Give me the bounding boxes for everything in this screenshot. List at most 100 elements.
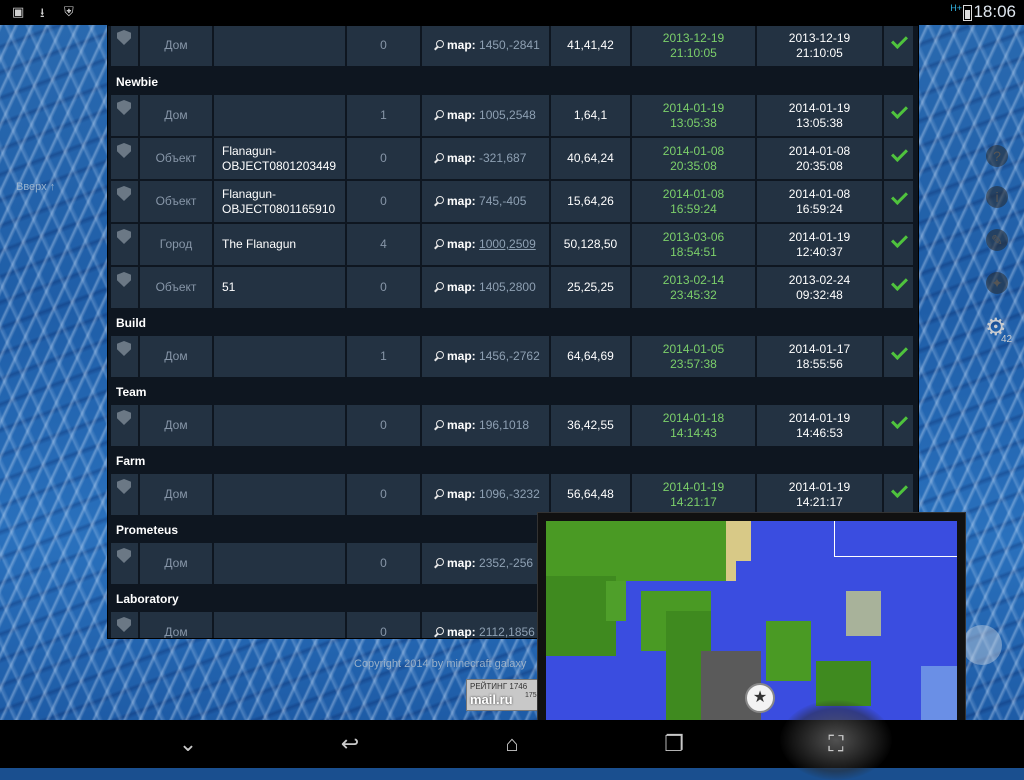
map-link[interactable]: map: 1000,2509: [422, 224, 549, 265]
created-time: 23:57:38: [670, 356, 717, 371]
map-link[interactable]: map: 2352,-256: [422, 543, 549, 584]
region-type: Объект: [140, 138, 212, 179]
shield-icon: [117, 229, 131, 244]
rating-badge[interactable]: РЕЙТИНГ 1746 mail.ru 175: [466, 679, 538, 711]
scroll-up-link[interactable]: Вверх ↑: [16, 181, 55, 193]
map-label: map:: [447, 556, 476, 570]
shield-cell[interactable]: [111, 138, 138, 179]
region-name: Flanagun-OBJECT0801165910: [214, 181, 345, 222]
shield-cell[interactable]: [111, 26, 138, 66]
check-icon: [891, 102, 908, 119]
member-count: 0: [347, 138, 420, 179]
created-day: 2014-01-19: [662, 479, 725, 494]
created-date: 2014-01-08 20:35:08: [632, 138, 755, 179]
map-link[interactable]: map: 745,-405: [422, 181, 549, 222]
updated-day: 2013-12-19: [788, 30, 851, 45]
created-time: 14:21:17: [670, 494, 717, 509]
updated-day: 2014-01-19: [788, 410, 851, 425]
region-type: Дом: [140, 612, 212, 638]
shield-cell[interactable]: [111, 267, 138, 308]
shield-icon: [117, 479, 131, 494]
region-size: 41,41,42: [551, 26, 630, 66]
map-label: map:: [447, 280, 476, 294]
updated-time: 14:46:53: [796, 425, 843, 440]
wrench-icon[interactable]: ✎: [986, 229, 1008, 251]
map-label: map:: [447, 151, 476, 165]
map-link[interactable]: map: 196,1018: [422, 405, 549, 446]
map-coords[interactable]: 745,-405: [479, 194, 526, 208]
member-count: 1: [347, 336, 420, 377]
info-icon[interactable]: i: [986, 186, 1008, 208]
map-link[interactable]: map: 1405,2800: [422, 267, 549, 308]
region-name: Flanagun-OBJECT0801203449: [214, 138, 345, 179]
shield-icon: [117, 617, 131, 632]
region-name-text: Flanagun-OBJECT0801203449: [222, 143, 337, 173]
map-coords[interactable]: 2352,-256: [479, 556, 533, 570]
created-date: 2014-01-19 14:21:17: [632, 474, 755, 515]
shield-cell[interactable]: [111, 612, 138, 638]
back-icon[interactable]: ↩: [330, 720, 370, 768]
map-link[interactable]: map: 1096,-3232: [422, 474, 549, 515]
map-link[interactable]: map: -321,687: [422, 138, 549, 179]
map-coords[interactable]: 1450,-2841: [479, 38, 540, 52]
map-label: map:: [447, 625, 476, 639]
shield-cell[interactable]: [111, 474, 138, 515]
updated-date: 2014-01-19 14:21:17: [757, 474, 882, 515]
map-coords[interactable]: 2112,1856: [479, 625, 535, 638]
floating-action-circle[interactable]: [962, 625, 1002, 665]
tools-icon[interactable]: ✦: [986, 272, 1008, 294]
map-coords[interactable]: 1096,-3232: [479, 487, 540, 501]
shield-cell[interactable]: [111, 336, 138, 377]
shield-cell[interactable]: [111, 543, 138, 584]
status-cell: [884, 336, 913, 377]
help-icon[interactable]: ?: [986, 145, 1008, 167]
map-link[interactable]: map: 2112,1856: [422, 612, 549, 639]
map-view[interactable]: ★: [546, 521, 957, 721]
status-cell: [884, 267, 913, 308]
recents-icon[interactable]: ❐: [654, 720, 694, 768]
updated-date: 2014-01-08 20:35:08: [757, 138, 882, 179]
group-title: Laboratory: [116, 592, 179, 606]
map-coords[interactable]: 196,1018: [479, 418, 529, 432]
group-title: Farm: [116, 454, 146, 468]
hide-keyboard-icon[interactable]: ⌄: [168, 720, 208, 768]
shield-cell[interactable]: [111, 224, 138, 265]
updated-time: 12:40:37: [796, 244, 843, 259]
check-icon: [891, 343, 908, 360]
map-coords[interactable]: 1000,2509: [479, 237, 536, 251]
updated-day: 2014-01-19: [788, 229, 851, 244]
magnifier-icon: [434, 196, 444, 206]
map-label: map:: [447, 38, 476, 52]
map-coords[interactable]: 1405,2800: [479, 280, 536, 294]
map-link[interactable]: map: 1005,2548: [422, 95, 549, 136]
region-size: 25,25,25: [551, 267, 630, 308]
check-icon: [891, 412, 908, 429]
network-type: H+: [950, 3, 962, 13]
status-cell: [884, 26, 913, 66]
region-size: 64,64,69: [551, 336, 630, 377]
home-icon[interactable]: ⌂: [492, 720, 532, 768]
member-count: 0: [347, 474, 420, 515]
created-day: 2014-01-08: [662, 143, 725, 158]
screenshot-icon[interactable]: ⛶: [816, 720, 856, 768]
created-time: 16:59:24: [670, 201, 717, 216]
map-link[interactable]: map: 1450,-2841: [422, 26, 549, 66]
map-coords[interactable]: 1005,2548: [479, 108, 536, 122]
member-count: 0: [347, 612, 420, 638]
region-name: [214, 336, 345, 377]
map-pin-icon[interactable]: ★: [745, 683, 775, 713]
region-name: [214, 26, 345, 66]
shield-cell[interactable]: [111, 181, 138, 222]
map-coords[interactable]: 1456,-2762: [479, 349, 540, 363]
region-type: Дом: [140, 474, 212, 515]
region-size: 15,64,26: [551, 181, 630, 222]
map-popup[interactable]: ★: [537, 512, 966, 722]
region-size: 40,64,24: [551, 138, 630, 179]
shield-cell[interactable]: [111, 95, 138, 136]
created-date: 2014-01-05 23:57:38: [632, 336, 755, 377]
created-time: 23:45:32: [670, 287, 717, 302]
map-link[interactable]: map: 1456,-2762: [422, 336, 549, 377]
shield-cell[interactable]: [111, 405, 138, 446]
region-name: [214, 95, 345, 136]
map-coords[interactable]: -321,687: [479, 151, 526, 165]
